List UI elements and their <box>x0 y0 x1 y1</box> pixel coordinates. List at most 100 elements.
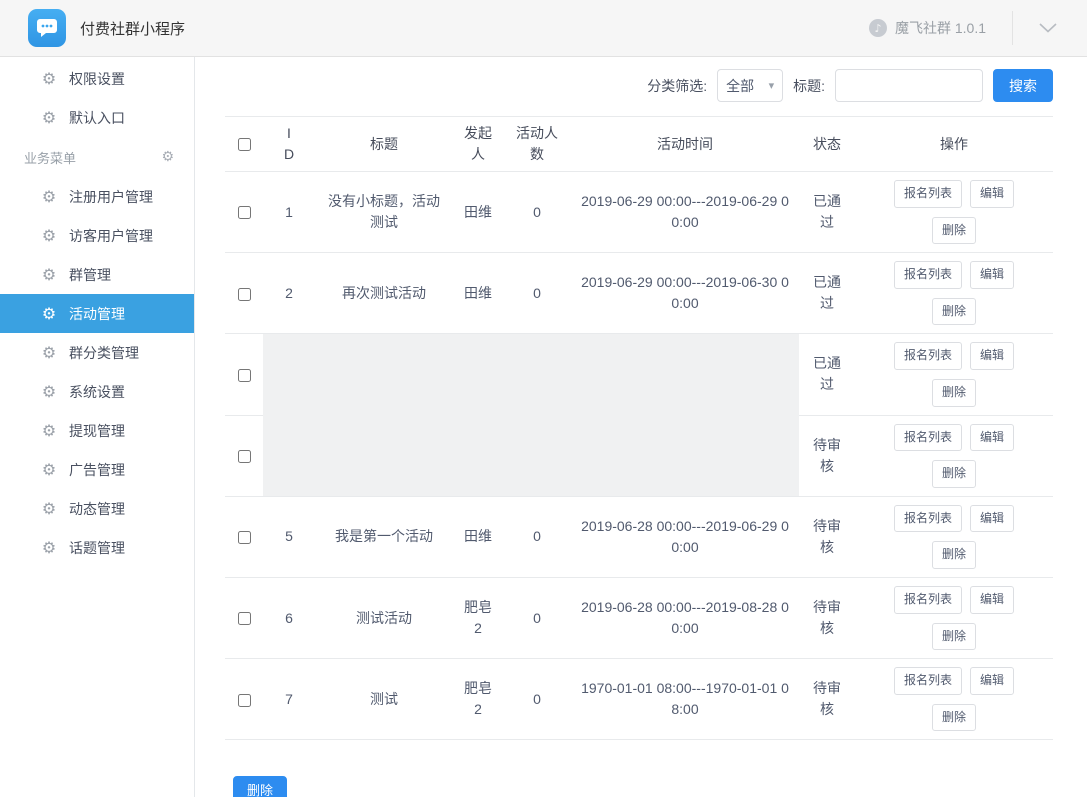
cell-count: 0 <box>503 577 571 658</box>
sidebar-item-label: 广告管理 <box>69 460 125 480</box>
signup-list-button[interactable]: 报名列表 <box>894 667 962 695</box>
cell-time: 2019-06-28 00:00---2019-08-28 00:00 <box>571 577 799 658</box>
sidebar-item[interactable]: ⚙ 话题管理 <box>0 528 194 567</box>
cell-count: 0 <box>503 659 571 740</box>
gear-icon[interactable]: ⚙ <box>161 149 174 165</box>
delete-button[interactable]: 删除 <box>932 460 976 488</box>
edit-button[interactable]: 编辑 <box>970 180 1014 208</box>
cell-id <box>263 415 315 496</box>
edit-button[interactable]: 编辑 <box>970 586 1014 614</box>
row-checkbox[interactable] <box>238 531 251 544</box>
main-content: 分类筛选: 全部 ▾ 标题: 搜索 <box>195 57 1087 797</box>
sidebar: ⚙ 权限设置 ⚙ 默认入口 业务菜单 ⚙ ⚙ 注册用户管理 ⚙ 访客用户管理 ⚙… <box>0 57 195 797</box>
cell-actions: 报名列表 编辑 删除 <box>855 334 1053 415</box>
signup-list-button[interactable]: 报名列表 <box>894 261 962 289</box>
sidebar-item-label: 动态管理 <box>69 499 125 519</box>
brand-area: 付费社群小程序 <box>28 9 185 47</box>
row-actions: 报名列表 编辑 删除 <box>884 667 1024 731</box>
row-checkbox[interactable] <box>238 206 251 219</box>
row-checkbox[interactable] <box>238 694 251 707</box>
chevron-down-icon[interactable] <box>1012 11 1057 45</box>
music-note-icon: ♪ <box>869 19 887 37</box>
row-checkbox[interactable] <box>238 288 251 301</box>
cell-id: 6 <box>263 577 315 658</box>
cell-creator: 田维 <box>453 172 503 253</box>
cell-select <box>225 253 263 334</box>
category-select[interactable]: 全部 ▾ <box>717 69 783 102</box>
sidebar-item[interactable]: ⚙ 动态管理 <box>0 489 194 528</box>
signup-list-button[interactable]: 报名列表 <box>894 180 962 208</box>
sidebar-item[interactable]: ⚙ 默认入口 <box>0 98 194 137</box>
gear-icon: ⚙ <box>40 343 58 362</box>
signup-list-button[interactable]: 报名列表 <box>894 342 962 370</box>
cell-select <box>225 659 263 740</box>
sidebar-item-label: 系统设置 <box>69 382 125 402</box>
header-select-all <box>225 117 263 172</box>
cell-title <box>315 334 453 415</box>
signup-list-button[interactable]: 报名列表 <box>894 424 962 452</box>
cell-actions: 报名列表 编辑 删除 <box>855 172 1053 253</box>
edit-button[interactable]: 编辑 <box>970 667 1014 695</box>
sidebar-item-label: 访客用户管理 <box>69 226 153 246</box>
row-actions: 报名列表 编辑 删除 <box>884 586 1024 650</box>
delete-button[interactable]: 删除 <box>932 704 976 732</box>
cell-id: 1 <box>263 172 315 253</box>
cell-id: 7 <box>263 659 315 740</box>
cell-count <box>503 334 571 415</box>
row-checkbox[interactable] <box>238 369 251 382</box>
delete-button[interactable]: 删除 <box>932 298 976 326</box>
delete-button[interactable]: 删除 <box>932 217 976 245</box>
row-checkbox[interactable] <box>238 450 251 463</box>
header-creator: 发起人 <box>453 117 503 172</box>
cell-creator <box>453 334 503 415</box>
sidebar-item[interactable]: ⚙ 注册用户管理 <box>0 177 194 216</box>
cell-select <box>225 172 263 253</box>
sidebar-item[interactable]: ⚙ 活动管理 <box>0 294 194 333</box>
cell-creator: 田维 <box>453 496 503 577</box>
search-button[interactable]: 搜索 <box>993 69 1053 102</box>
gear-icon: ⚙ <box>40 421 58 440</box>
page-body: ⚙ 权限设置 ⚙ 默认入口 业务菜单 ⚙ ⚙ 注册用户管理 ⚙ 访客用户管理 ⚙… <box>0 57 1087 797</box>
cell-time: 2019-06-29 00:00---2019-06-30 00:00 <box>571 253 799 334</box>
row-checkbox[interactable] <box>238 612 251 625</box>
sidebar-item[interactable]: ⚙ 广告管理 <box>0 450 194 489</box>
signup-list-button[interactable]: 报名列表 <box>894 586 962 614</box>
sidebar-item[interactable]: ⚙ 系统设置 <box>0 372 194 411</box>
edit-button[interactable]: 编辑 <box>970 505 1014 533</box>
title-filter-input[interactable] <box>835 69 983 102</box>
signup-list-button[interactable]: 报名列表 <box>894 505 962 533</box>
category-select-value: 全部 <box>726 76 754 96</box>
table-row: 6 测试活动 肥皂2 0 2019-06-28 00:00---2019-08-… <box>225 577 1053 658</box>
gear-icon: ⚙ <box>40 187 58 206</box>
row-actions: 报名列表 编辑 删除 <box>884 342 1024 406</box>
cell-creator: 田维 <box>453 253 503 334</box>
header-time: 活动时间 <box>571 117 799 172</box>
delete-button[interactable]: 删除 <box>932 541 976 569</box>
cell-select <box>225 415 263 496</box>
edit-button[interactable]: 编辑 <box>970 261 1014 289</box>
select-all-checkbox[interactable] <box>238 138 251 151</box>
app-logo-icon <box>28 9 66 47</box>
activity-table-body: 1 没有小标题，活动测试 田维 0 2019-06-29 00:00---201… <box>225 172 1053 740</box>
sidebar-item[interactable]: ⚙ 提现管理 <box>0 411 194 450</box>
cell-count: 0 <box>503 253 571 334</box>
edit-button[interactable]: 编辑 <box>970 342 1014 370</box>
sidebar-item[interactable]: ⚙ 群管理 <box>0 255 194 294</box>
sidebar-item[interactable]: ⚙ 权限设置 <box>0 59 194 98</box>
cell-title: 没有小标题，活动测试 <box>315 172 453 253</box>
cell-status: 已通过 <box>799 172 855 253</box>
bulk-delete-button[interactable]: 删除 <box>233 776 287 797</box>
sidebar-item-label: 活动管理 <box>69 304 125 324</box>
edit-button[interactable]: 编辑 <box>970 424 1014 452</box>
title-filter-label: 标题: <box>793 76 825 96</box>
delete-button[interactable]: 删除 <box>932 623 976 651</box>
sidebar-item[interactable]: ⚙ 群分类管理 <box>0 333 194 372</box>
gear-icon: ⚙ <box>40 382 58 401</box>
sidebar-item[interactable]: ⚙ 访客用户管理 <box>0 216 194 255</box>
gear-icon: ⚙ <box>40 265 58 284</box>
header-actions: 操作 <box>855 117 1053 172</box>
delete-button[interactable]: 删除 <box>932 379 976 407</box>
activity-table: ID 标题 发起人 活动人数 活动时间 状态 操作 1 没有小标题，活动测试 田… <box>225 116 1053 740</box>
header-id: ID <box>263 117 315 172</box>
gear-icon: ⚙ <box>40 499 58 518</box>
